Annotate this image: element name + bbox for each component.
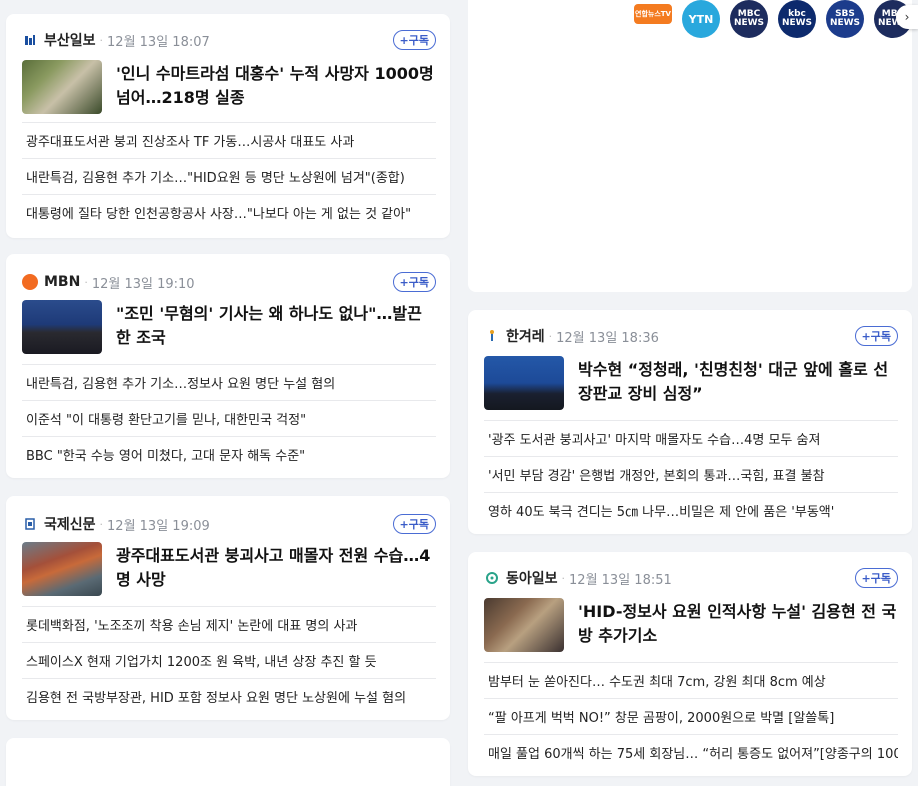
press-time: 12월 13일 19:10 <box>91 276 195 292</box>
broadcaster-logo-sbs[interactable]: SBS NEWS <box>826 0 864 38</box>
press-name[interactable]: MBN <box>44 274 80 290</box>
press-time: 12월 13일 18:36 <box>556 330 659 346</box>
list-item[interactable]: 대통령에 질타 당한 인천공항공사 사장…"나보다 아는 게 없는 것 같아" <box>22 194 436 230</box>
headline-title: "조민 '무혐의' 기사는 왜 하나도 없나"…발끈한 조국 <box>116 304 422 347</box>
news-list: '광주 도서관 붕괴사고' 마지막 매몰자도 수습…4명 모두 숨져 '서민 부… <box>484 420 898 528</box>
press-header: 국제신문 · 12월 13일 19:09 +구독 <box>22 512 436 536</box>
list-item[interactable]: 광주대표도서관 붕괴 진상조사 TF 가동…시공사 대표도 사과 <box>22 122 436 158</box>
headline-link[interactable]: "조민 '무혐의' 기사는 왜 하나도 없나"…발끈한 조국 <box>22 300 436 354</box>
hankyoreh-logo-icon <box>484 328 500 344</box>
news-card-partial <box>6 738 450 786</box>
headline-link[interactable]: 'HID-정보사 요원 인적사항 누설' 김용현 전 국방 추가기소 <box>484 598 898 652</box>
list-item[interactable]: 매일 풀업 60개씩 하는 75세 회장님… “허리 통증도 없어져”[양종구의… <box>484 734 898 770</box>
press-time: 12월 13일 19:09 <box>107 518 210 534</box>
broadcaster-logo-ytn[interactable]: YTN <box>682 0 720 38</box>
press-name[interactable]: 국제신문 <box>44 514 96 534</box>
list-item[interactable]: '서민 부담 경감' 은행법 개정안, 본회의 통과…국힘, 표결 불참 <box>484 456 898 492</box>
news-card-hankyoreh: 한겨레 · 12월 13일 18:36 +구독 박수현 “정청래, '친명친청'… <box>468 310 912 534</box>
headline-thumbnail <box>22 542 102 596</box>
list-item[interactable]: “팔 아프게 벅벅 NO!” 창문 곰팡이, 2000원으로 박멸 [알쓸톡] <box>484 698 898 734</box>
separator-dot: · <box>548 329 553 343</box>
press-header: 동아일보 · 12월 13일 18:51 +구독 <box>484 566 898 590</box>
headline-link[interactable]: 광주대표도서관 붕괴사고 매몰자 전원 수습…4명 사망 <box>22 542 436 596</box>
list-item[interactable]: 김용현 전 국방부장관, HID 포함 정보사 요원 명단 노상원에 누설 혐의 <box>22 678 436 714</box>
list-item[interactable]: 이준석 "이 대통령 환단고기를 믿나, 대한민국 걱정" <box>22 400 436 436</box>
list-item[interactable]: '광주 도서관 붕괴사고' 마지막 매몰자도 수습…4명 모두 숨져 <box>484 420 898 456</box>
press-time: 12월 13일 18:51 <box>569 572 672 588</box>
broadcaster-logo-yonhap-tv[interactable]: 연합뉴스TV <box>634 4 672 24</box>
list-item[interactable]: 내란특검, 김용현 추가 기소…"HID요원 등 명단 노상원에 넘겨"(종합) <box>22 158 436 194</box>
subscribe-button[interactable]: +구독 <box>392 514 436 534</box>
news-card-mbn: MBN · 12월 13일 19:10 +구독 "조민 '무혐의' 기사는 왜 … <box>6 254 450 478</box>
press-time: 12월 13일 18:07 <box>107 34 210 50</box>
news-card-busan: 부산일보 · 12월 13일 18:07 +구독 '인니 수마트라섬 대홍수' … <box>6 14 450 238</box>
subscribe-button[interactable]: +구독 <box>854 568 898 588</box>
list-item[interactable]: 영하 40도 북극 견디는 5㎝ 나무…비밀은 제 안에 품은 '부동액' <box>484 492 898 528</box>
headline-thumbnail <box>484 598 564 652</box>
headline-thumbnail <box>22 60 102 114</box>
news-card-donga: 동아일보 · 12월 13일 18:51 +구독 'HID-정보사 요원 인적사… <box>468 552 912 776</box>
broadcaster-logo-kbc[interactable]: kbc NEWS <box>778 0 816 38</box>
list-item[interactable]: 스페이스X 현재 기업가치 1200조 원 육박, 내년 상장 추진 할 듯 <box>22 642 436 678</box>
headline-thumbnail <box>22 300 102 354</box>
headline-title: 'HID-정보사 요원 인적사항 누설' 김용현 전 국방 추가기소 <box>578 602 897 645</box>
list-item[interactable]: 내란특검, 김용현 추가 기소…정보사 요원 명단 누설 혐의 <box>22 364 436 400</box>
list-item[interactable]: 롯데백화점, '노조조끼 착용 손님 제지' 논란에 대표 명의 사과 <box>22 606 436 642</box>
chevron-right-icon: › <box>904 10 910 24</box>
broadcaster-logo-mbc[interactable]: MBC NEWS <box>730 0 768 38</box>
subscribe-button[interactable]: +구독 <box>392 30 436 50</box>
subscribe-button[interactable]: +구독 <box>392 272 436 292</box>
press-name[interactable]: 한겨레 <box>506 326 545 346</box>
subscribe-button[interactable]: +구독 <box>854 326 898 346</box>
press-name[interactable]: 부산일보 <box>44 30 96 50</box>
headline-thumbnail <box>484 356 564 410</box>
separator-dot: · <box>561 571 566 585</box>
headline-link[interactable]: 박수현 “정청래, '친명친청' 대군 앞에 홀로 선 장판교 장비 심정” <box>484 356 898 410</box>
news-list: 밤부터 눈 쏟아진다… 수도권 최대 7cm, 강원 최대 8cm 예상 “팔 … <box>484 662 898 770</box>
news-card-kookje: 국제신문 · 12월 13일 19:09 +구독 광주대표도서관 붕괴사고 매몰… <box>6 496 450 720</box>
donga-logo-icon <box>484 570 500 586</box>
headline-title: 광주대표도서관 붕괴사고 매몰자 전원 수습…4명 사망 <box>116 546 431 589</box>
separator-dot: · <box>99 33 104 47</box>
headline-title: '인니 수마트라섬 대홍수' 누적 사망자 1000명 넘어…218명 실종 <box>116 64 434 107</box>
mbn-logo-icon <box>22 274 38 290</box>
list-item[interactable]: 밤부터 눈 쏟아진다… 수도권 최대 7cm, 강원 최대 8cm 예상 <box>484 662 898 698</box>
separator-dot: · <box>99 517 104 531</box>
news-list: 내란특검, 김용현 추가 기소…정보사 요원 명단 누설 혐의 이준석 "이 대… <box>22 364 436 472</box>
press-header: 부산일보 · 12월 13일 18:07 +구독 <box>22 28 436 52</box>
news-list: 광주대표도서관 붕괴 진상조사 TF 가동…시공사 대표도 사과 내란특검, 김… <box>22 122 436 230</box>
next-arrow-button[interactable]: › <box>896 5 918 29</box>
press-header: MBN · 12월 13일 19:10 +구독 <box>22 270 436 294</box>
busan-logo-icon <box>22 32 38 48</box>
headline-link[interactable]: '인니 수마트라섬 대홍수' 누적 사망자 1000명 넘어…218명 실종 <box>22 60 436 114</box>
headline-title: 박수현 “정청래, '친명친청' 대군 앞에 홀로 선 장판교 장비 심정” <box>578 360 889 403</box>
separator-dot: · <box>84 275 88 289</box>
broadcaster-panel: 연합뉴스TV YTN MBC NEWS kbc NEWS SBS NEWS MB… <box>468 0 912 292</box>
press-header: 한겨레 · 12월 13일 18:36 +구독 <box>484 324 898 348</box>
press-name[interactable]: 동아일보 <box>506 568 558 588</box>
news-list: 롯데백화점, '노조조끼 착용 손님 제지' 논란에 대표 명의 사과 스페이스… <box>22 606 436 714</box>
kookje-logo-icon <box>22 516 38 532</box>
list-item[interactable]: BBC "한국 수능 영어 미쳤다, 고대 문자 해독 수준" <box>22 436 436 472</box>
